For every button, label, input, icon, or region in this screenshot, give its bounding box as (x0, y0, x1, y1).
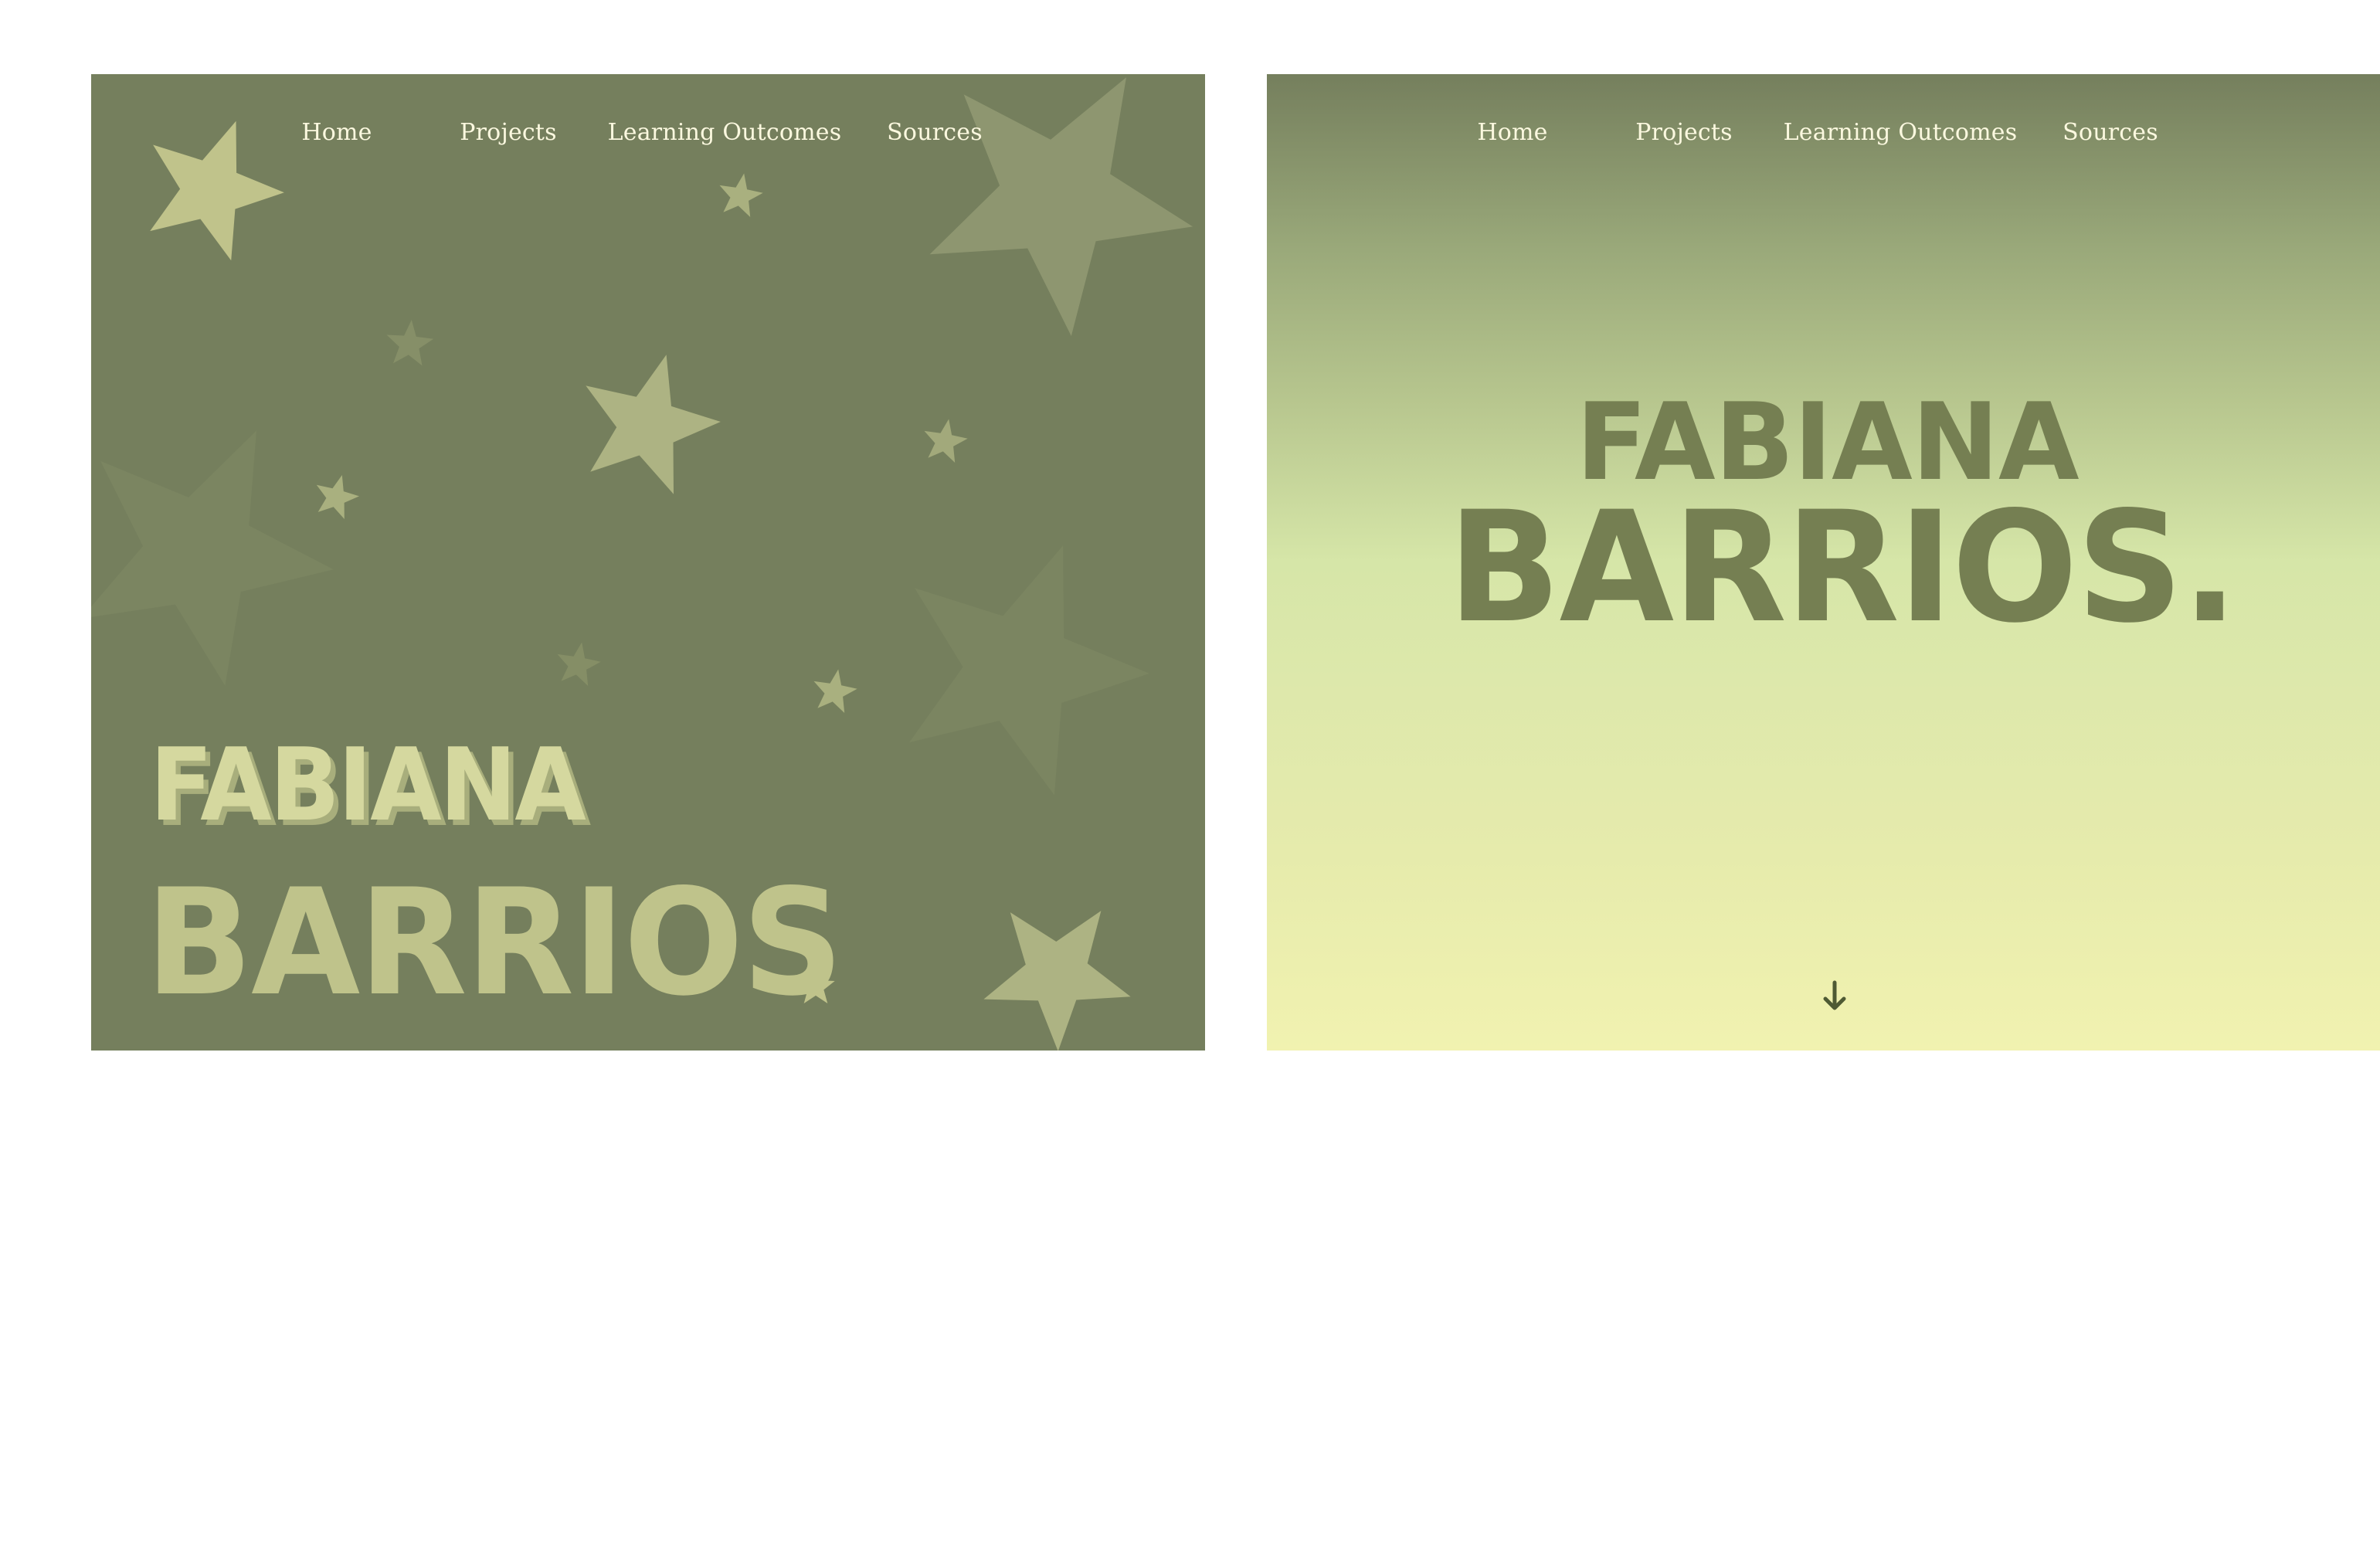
nav-learning-outcomes[interactable]: Learning Outcomes (608, 119, 842, 146)
star-icon (557, 642, 601, 686)
star-icon (91, 430, 334, 686)
name-last: BARRIOS. (1448, 478, 2238, 657)
nav-home[interactable]: Home (301, 119, 372, 146)
name-last: BARRIOS (145, 857, 844, 1028)
nav-projects[interactable]: Projects (460, 119, 557, 146)
star-icon (924, 419, 968, 463)
top-nav: Home Projects Learning Outcomes Sources (1267, 119, 2380, 158)
nav-sources[interactable]: Sources (2063, 119, 2158, 146)
arrow-down-icon[interactable] (1815, 976, 1854, 1015)
star-icon (316, 475, 359, 519)
star-icon (813, 669, 857, 713)
hero-panel-gradient: Home Projects Learning Outcomes Sources … (1267, 74, 2380, 1051)
hero-panel-stars: Home Projects Learning Outcomes Sources … (91, 74, 1205, 1051)
nav-sources[interactable]: Sources (887, 119, 983, 146)
star-icon (719, 173, 763, 217)
star-icon (586, 355, 721, 494)
nav-projects[interactable]: Projects (1635, 119, 1733, 146)
star-icon (386, 320, 434, 366)
nav-learning-outcomes[interactable]: Learning Outcomes (1784, 119, 2018, 146)
top-nav: Home Projects Learning Outcomes Sources (91, 119, 1205, 158)
star-icon (983, 911, 1131, 1051)
star-icon (909, 545, 1149, 796)
nav-home[interactable]: Home (1477, 119, 1547, 146)
star-icon (929, 77, 1193, 336)
name-first: FABIANA (150, 726, 586, 843)
